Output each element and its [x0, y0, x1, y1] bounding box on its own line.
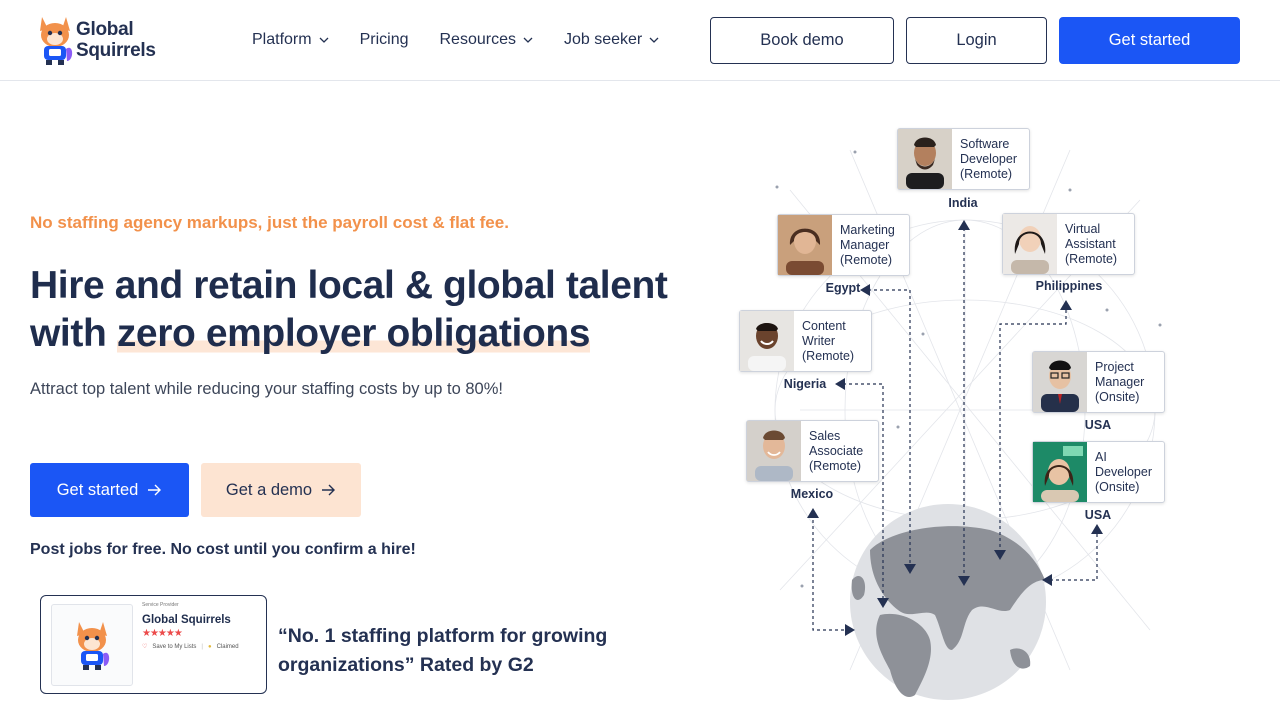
avatar: [747, 421, 801, 481]
talent-card-project-manager[interactable]: Project Manager (Onsite): [1032, 351, 1165, 413]
country-india: India: [948, 196, 978, 210]
arrow-right-icon: [322, 484, 336, 496]
hero-tagline: No staffing agency markups, just the pay…: [30, 213, 509, 232]
avatar: [1003, 214, 1057, 274]
heart-icon: ♡: [142, 644, 148, 650]
talent-card-virtual-assistant[interactable]: Virtual Assistant (Remote): [1002, 213, 1135, 275]
nav-resources-label: Resources: [439, 31, 516, 48]
avatar: [1033, 352, 1087, 412]
post-jobs-note: Post jobs for free. No cost until you co…: [30, 541, 416, 558]
talent-card-content-writer[interactable]: Content Writer (Remote): [739, 310, 872, 372]
hero-get-demo-button[interactable]: Get a demo: [201, 463, 361, 517]
squirrel-logo-icon: [40, 17, 73, 65]
g2-category: Service Provider: [142, 602, 179, 608]
country-philippines: Philippines: [1035, 279, 1103, 293]
hero-headline: Hire and retain local & global talent wi…: [30, 262, 710, 358]
logo-line-1: Global: [76, 19, 134, 40]
avatar: [740, 311, 794, 371]
talent-role: Content Writer (Remote): [802, 319, 855, 363]
logo-wordmark: Global Squirrels: [76, 19, 156, 61]
talent-card-marketing-manager[interactable]: Marketing Manager (Remote): [777, 214, 910, 276]
talent-role: Project Manager (Onsite): [1095, 360, 1145, 404]
chevron-down-icon: [523, 37, 533, 43]
country-mexico: Mexico: [790, 487, 834, 501]
g2-rating-stars: ★★★★★: [142, 628, 183, 639]
country-egypt: Egypt: [825, 281, 861, 295]
talent-card-sales-associate[interactable]: Sales Associate (Remote): [746, 420, 879, 482]
hero-subheadline: Attract top talent while reducing your s…: [30, 380, 503, 398]
g2-company-name: Global Squirrels: [142, 614, 231, 626]
talent-card-software-developer[interactable]: Software Developer (Remote): [897, 128, 1030, 190]
nav-resources[interactable]: Resources: [439, 29, 533, 51]
country-nigeria: Nigeria: [783, 377, 827, 391]
arrow-right-icon: [148, 484, 162, 496]
g2-logo-box: [51, 604, 133, 686]
avatar: [778, 215, 832, 275]
talent-role: Marketing Manager (Remote): [840, 223, 895, 267]
talent-card-ai-developer[interactable]: AI Developer (Onsite): [1032, 441, 1165, 503]
book-demo-button[interactable]: Book demo: [710, 17, 894, 64]
site-header: Global Squirrels Platform Pricing Resour…: [0, 0, 1280, 81]
avatar: [1033, 442, 1087, 502]
nav-platform[interactable]: Platform: [252, 29, 329, 51]
global-talent-graphic: Software Developer (Remote) India Market…: [730, 110, 1180, 710]
country-usa: USA: [1084, 508, 1112, 522]
chevron-down-icon: [319, 37, 329, 43]
headline-highlight: zero employer obligations: [116, 312, 591, 355]
nav-platform-label: Platform: [252, 31, 312, 48]
main-nav: Platform Pricing Resources Job seeker: [252, 29, 659, 51]
nav-job-seeker-label: Job seeker: [563, 31, 643, 48]
country-usa: USA: [1084, 418, 1112, 432]
header-get-started-button[interactable]: Get started: [1059, 17, 1240, 64]
nav-pricing-label: Pricing: [359, 31, 409, 48]
get-started-label: Get started: [56, 480, 139, 499]
g2-save-label: Save to My Lists: [152, 643, 197, 650]
g2-review-card[interactable]: Service Provider Global Squirrels ★★★★★ …: [40, 595, 267, 694]
talent-role: Sales Associate (Remote): [809, 429, 864, 473]
claimed-icon: ●: [207, 643, 212, 650]
logo[interactable]: Global Squirrels: [36, 12, 166, 68]
login-button[interactable]: Login: [906, 17, 1047, 64]
nav-pricing[interactable]: Pricing: [360, 29, 409, 51]
get-demo-label: Get a demo: [225, 480, 313, 499]
logo-line-2: Squirrels: [76, 40, 156, 61]
divider: |: [201, 643, 203, 650]
chevron-down-icon: [649, 37, 659, 43]
g2-claimed-label: Claimed: [216, 643, 239, 650]
nav-job-seeker[interactable]: Job seeker: [564, 29, 659, 51]
hero-get-started-button[interactable]: Get started: [30, 463, 189, 517]
squirrel-logo-icon: [77, 622, 110, 670]
talent-role: Software Developer (Remote): [960, 137, 1017, 181]
talent-role: AI Developer (Onsite): [1095, 450, 1152, 494]
avatar: [898, 129, 952, 189]
talent-role: Virtual Assistant (Remote): [1065, 222, 1118, 266]
g2-quote: “No. 1 staffing platform for growing org…: [278, 625, 608, 676]
g2-meta: ♡ Save to My Lists | ● Claimed: [142, 643, 239, 651]
